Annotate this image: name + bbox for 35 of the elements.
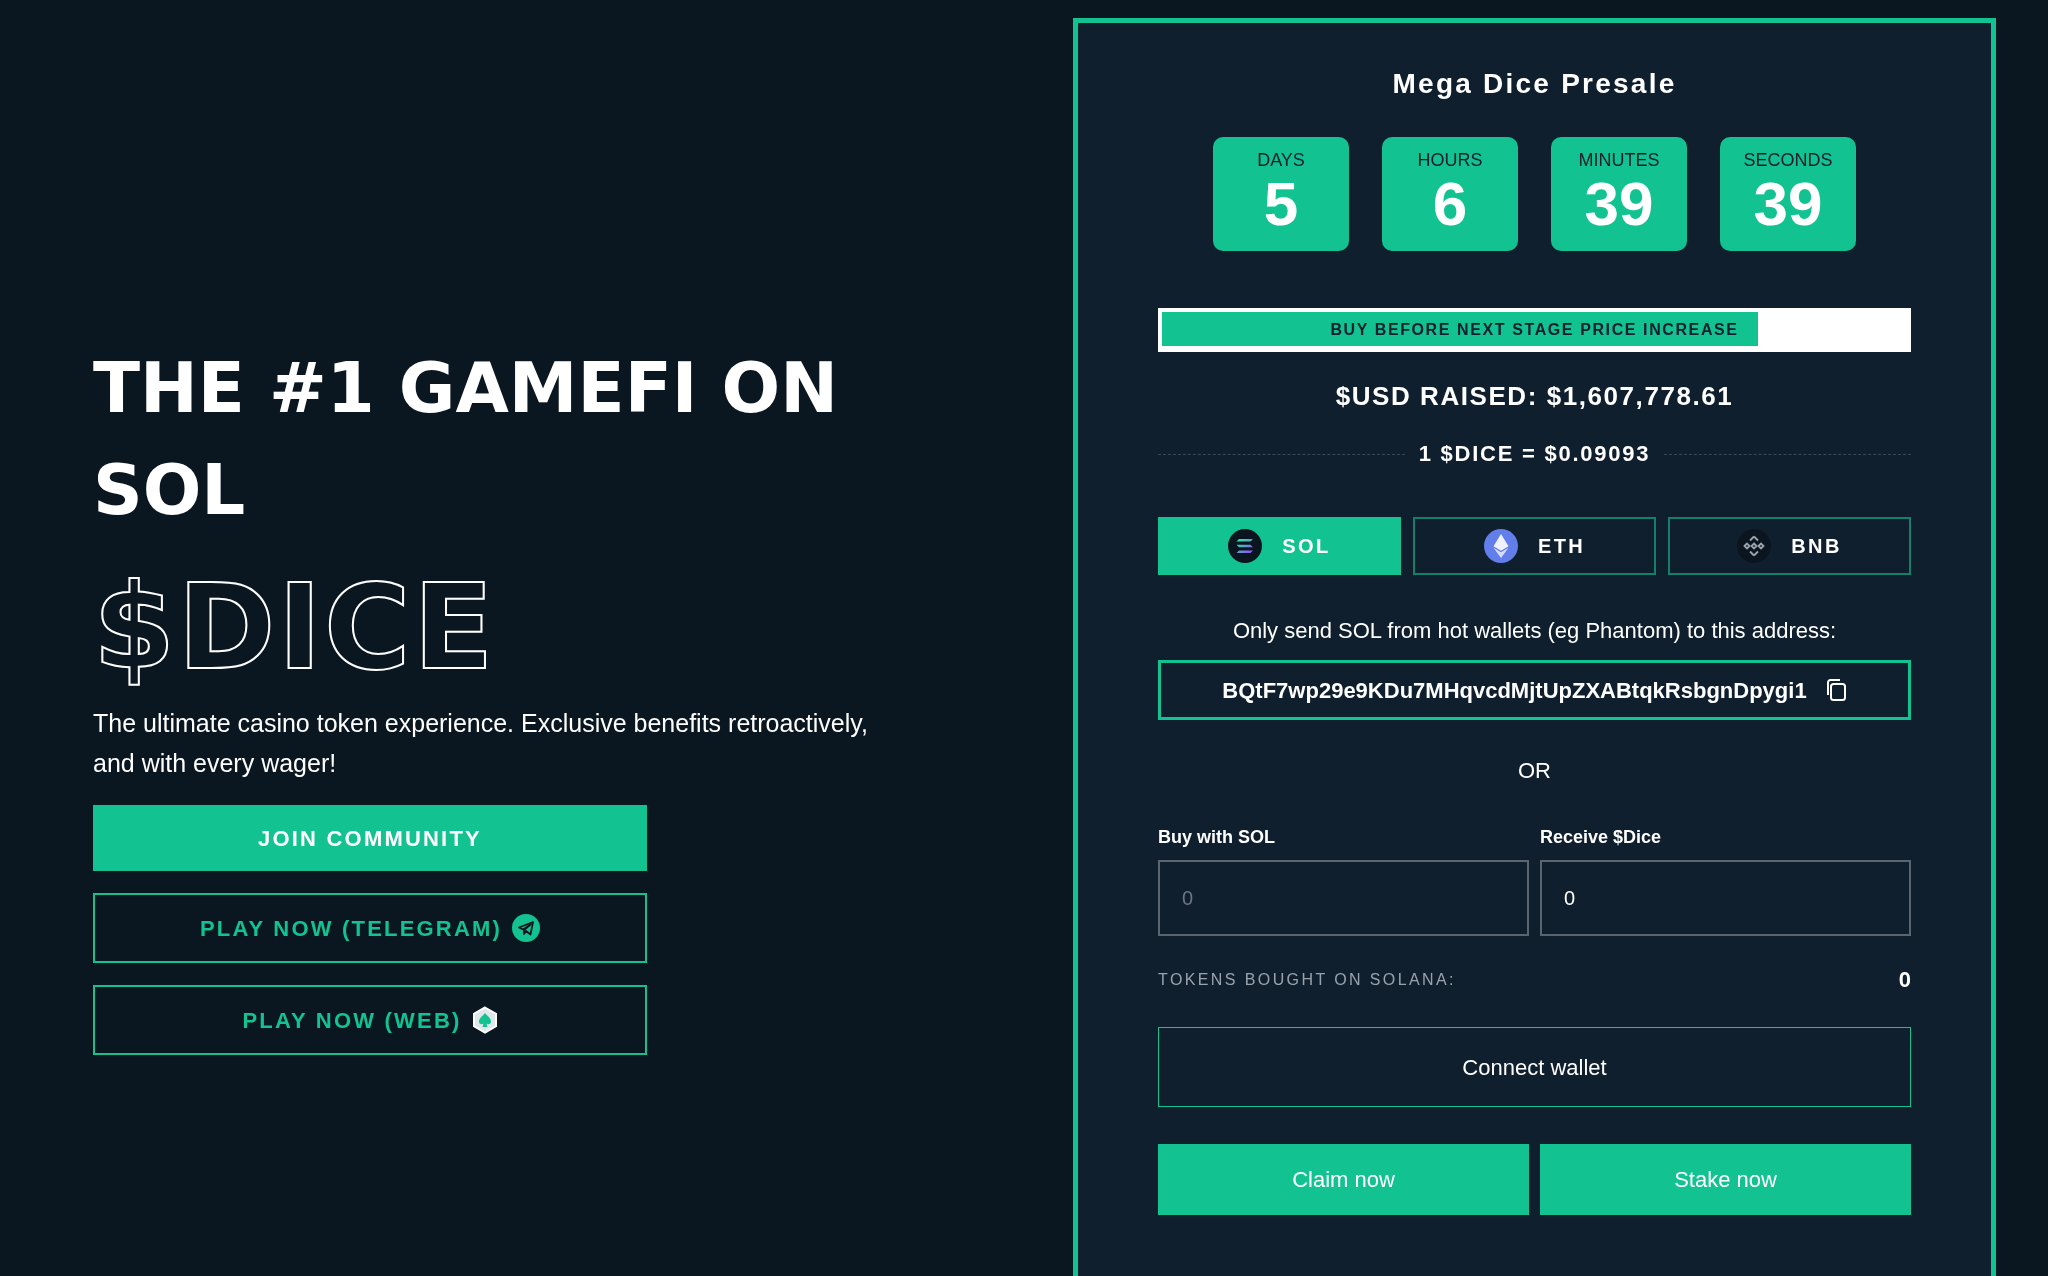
hero-button[interactable]: PLAY NOW (TELEGRAM): [93, 893, 647, 963]
or-separator: OR: [1517, 757, 1552, 785]
amount-input[interactable]: 0: [1158, 860, 1529, 936]
countdown-value: 39: [1584, 171, 1654, 237]
wallet-address: BQtF7wp29e9KDu7MHqvcdMjtUpZXABtqkRsbgnDpygi1: [1222, 676, 1807, 705]
token-outline-title: $DICE: [93, 563, 496, 691]
hero-button[interactable]: PLAY NOW (WEB): [93, 985, 647, 1055]
countdown-label: HOURS: [1417, 149, 1483, 171]
token-price: 1 $DICE = $0.09093: [1418, 440, 1651, 468]
countdown-value: 5: [1263, 171, 1299, 237]
field-label: Receive $Dice: [1540, 826, 1663, 849]
countdown-value: 39: [1753, 171, 1823, 237]
hexagon-spade-icon: [471, 1006, 498, 1034]
currency-tab[interactable]: BNB: [1668, 517, 1911, 575]
ethereum-coin-icon: [1483, 529, 1518, 563]
connect-wallet-button[interactable]: Connect wallet: [1158, 1027, 1911, 1107]
progress-label: BUY BEFORE NEXT STAGE PRICE INCREASE: [1330, 320, 1739, 340]
presale-title: Mega Dice Presale: [1391, 67, 1678, 101]
field-label: Buy with SOL: [1158, 826, 1276, 849]
copy-icon[interactable]: [1824, 678, 1847, 702]
tokens-bought-label: TOKENS BOUGHT ON SOLANA:: [1158, 970, 1456, 990]
tokens-bought-value: 0: [1898, 966, 1911, 994]
countdown-value: 6: [1432, 171, 1468, 237]
solana-coin-icon: [1228, 529, 1263, 563]
paper-plane-icon: [512, 914, 541, 942]
diamond-coin-icon: [1737, 529, 1772, 563]
raised-amount: $USD RAISED: $1,607,778.61: [1334, 380, 1735, 413]
hero-description: The ultimate casino token experience. Exclusive benefits retroactively, and with every wager!: [93, 708, 869, 779]
address-instruction: Only send SOL from hot wallets (eg Phantom) to this address:: [1231, 617, 1838, 645]
countdown-label: DAYS: [1257, 149, 1305, 171]
countdown-label: SECONDS: [1743, 149, 1833, 171]
hero-heading: THE #1 GAMEFI ON SOL: [93, 347, 839, 532]
amount-input[interactable]: 0: [1540, 860, 1911, 936]
currency-tab[interactable]: ETH: [1413, 517, 1656, 575]
countdown-label: MINUTES: [1578, 149, 1660, 171]
